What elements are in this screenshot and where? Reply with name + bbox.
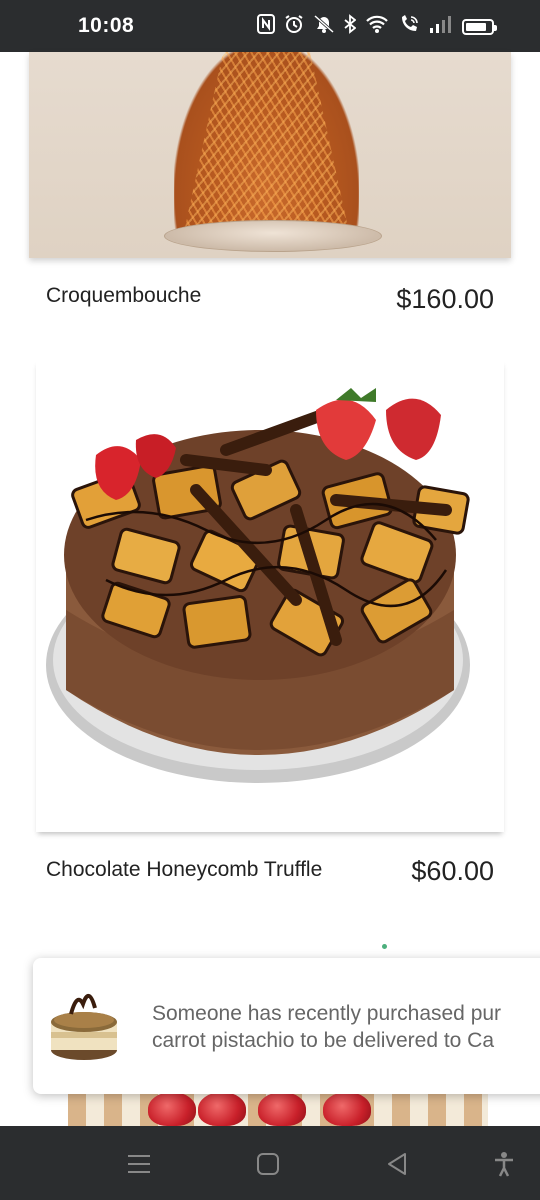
back-icon[interactable] bbox=[383, 1150, 411, 1178]
recent-purchase-toast[interactable]: Someone has recently purchased pur carro… bbox=[33, 958, 540, 1094]
product-name[interactable]: Croquembouche bbox=[46, 284, 201, 308]
product-image-croquembouche[interactable] bbox=[29, 52, 511, 258]
croquembouche-plate bbox=[164, 220, 382, 252]
status-icons bbox=[257, 14, 497, 40]
alarm-icon bbox=[284, 14, 304, 40]
strawberry-decoration bbox=[198, 1092, 246, 1126]
signal-icon bbox=[429, 14, 453, 40]
battery-icon bbox=[462, 19, 497, 35]
menu-icon[interactable] bbox=[125, 1150, 153, 1178]
wifi-icon bbox=[365, 14, 389, 40]
home-icon[interactable] bbox=[254, 1150, 282, 1178]
product-name[interactable]: Chocolate Honeycomb Truffle bbox=[46, 858, 322, 882]
strawberry-decoration bbox=[323, 1092, 371, 1126]
truffle-cake-illustration bbox=[46, 388, 470, 783]
status-time: 10:08 bbox=[78, 14, 135, 37]
strawberry-decoration bbox=[258, 1092, 306, 1126]
strawberry-decoration bbox=[148, 1092, 196, 1126]
nfc-icon bbox=[257, 14, 275, 40]
toast-product-thumbnail bbox=[51, 994, 117, 1060]
accessibility-icon[interactable] bbox=[490, 1150, 518, 1178]
bluetooth-icon bbox=[344, 14, 357, 40]
product-image-chocolate-honeycomb-truffle[interactable] bbox=[36, 360, 504, 832]
loading-dot bbox=[382, 944, 387, 949]
status-bar: 10:08 bbox=[0, 0, 540, 52]
next-product-image[interactable] bbox=[68, 1090, 488, 1130]
toast-line-2: carrot pistachio to be delivered to Ca bbox=[152, 1029, 495, 1052]
toast-message: Someone has recently purchased pur carro… bbox=[152, 1000, 540, 1054]
product-price: $60.00 bbox=[411, 856, 494, 886]
wifi-calling-icon bbox=[398, 14, 420, 40]
product-price: $160.00 bbox=[396, 284, 494, 314]
croquembouche-tower bbox=[174, 52, 359, 232]
toast-line-1: Someone has recently purchased pur bbox=[152, 1002, 502, 1025]
mute-icon bbox=[313, 14, 335, 40]
navigation-bar bbox=[0, 1126, 540, 1200]
